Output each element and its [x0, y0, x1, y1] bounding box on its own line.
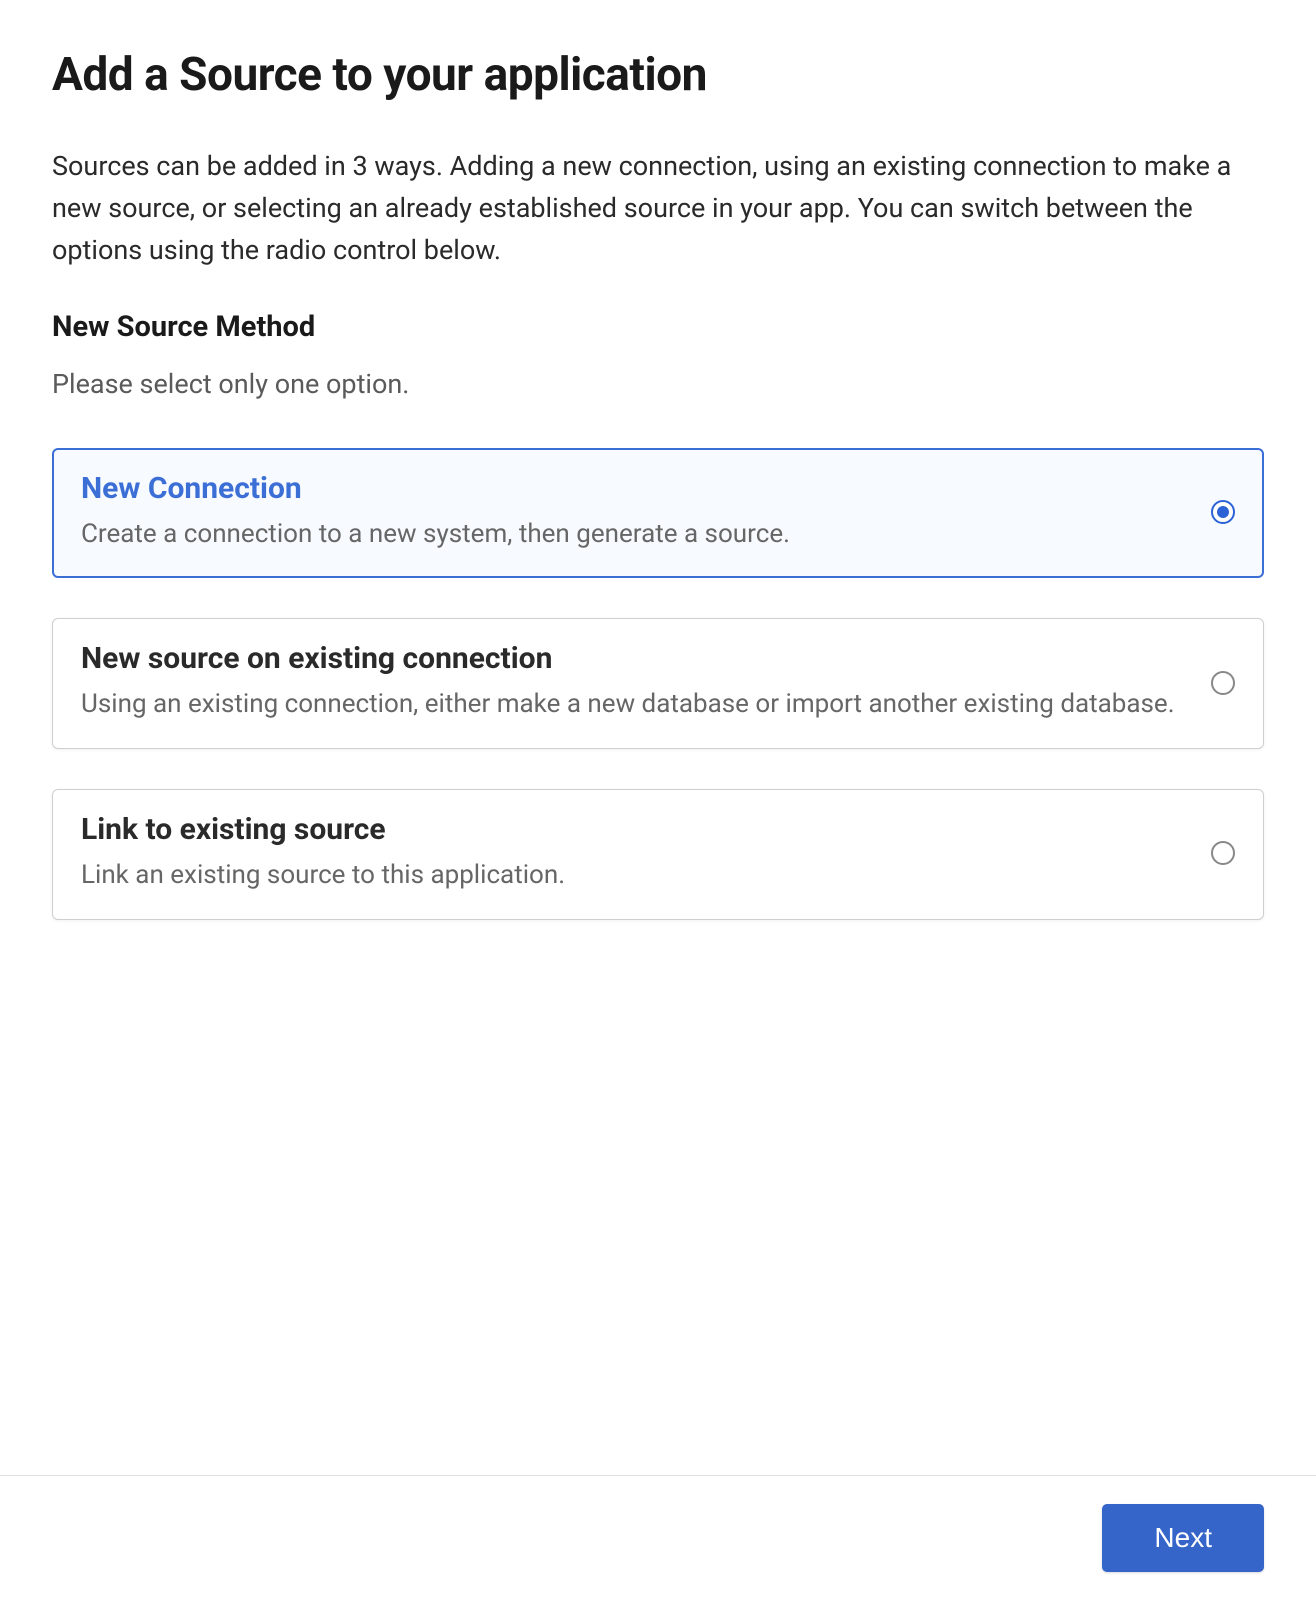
option-text: New Connection Create a connection to a … — [81, 471, 1211, 554]
dialog-footer: Next — [0, 1475, 1316, 1600]
option-title: New Connection — [81, 471, 1187, 506]
option-link-existing-source[interactable]: Link to existing source Link an existing… — [52, 789, 1264, 920]
intro-text: Sources can be added in 3 ways. Adding a… — [52, 146, 1264, 272]
option-description: Link an existing source to this applicat… — [81, 857, 1187, 895]
option-title: New source on existing connection — [81, 641, 1187, 676]
source-method-radio-group: New Connection Create a connection to a … — [52, 448, 1264, 920]
dialog-content: Add a Source to your application Sources… — [0, 0, 1316, 920]
next-button[interactable]: Next — [1102, 1504, 1264, 1572]
hint-text: Please select only one option. — [52, 368, 1264, 400]
radio-button-icon — [1211, 500, 1235, 524]
page-title: Add a Source to your application — [52, 48, 1264, 102]
radio-button-icon — [1211, 841, 1235, 865]
radio-button-icon — [1211, 671, 1235, 695]
option-description: Create a connection to a new system, the… — [81, 516, 1187, 554]
option-text: New source on existing connection Using … — [81, 641, 1211, 724]
option-description: Using an existing connection, either mak… — [81, 686, 1187, 724]
option-existing-connection[interactable]: New source on existing connection Using … — [52, 618, 1264, 749]
option-title: Link to existing source — [81, 812, 1187, 847]
option-new-connection[interactable]: New Connection Create a connection to a … — [52, 448, 1264, 579]
option-text: Link to existing source Link an existing… — [81, 812, 1211, 895]
method-heading: New Source Method — [52, 310, 1264, 344]
